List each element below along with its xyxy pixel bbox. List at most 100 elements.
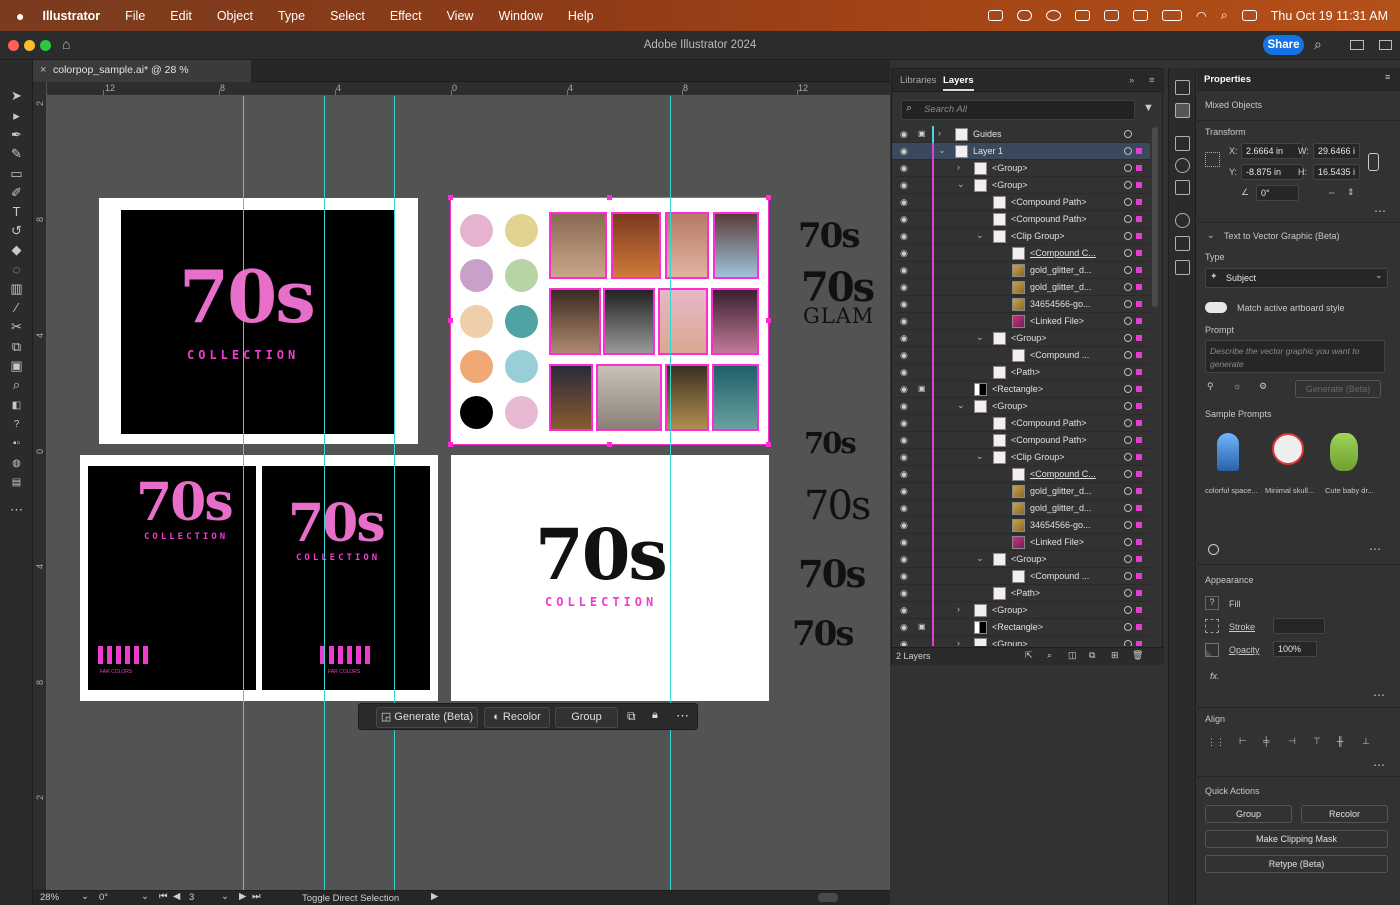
resize-handle[interactable]	[766, 442, 771, 447]
recolor-button[interactable]: ◐ Recolor	[484, 707, 550, 728]
visibility-eye-icon[interactable]: ◉	[900, 367, 908, 378]
layer-row[interactable]: ◉ <Compound ...	[892, 347, 1150, 364]
align-left-icon[interactable]: ⊢	[1239, 736, 1247, 747]
artboard-1[interactable]: 70s COLLECTION	[99, 198, 418, 444]
cloud-icon[interactable]	[1016, 10, 1032, 21]
zoom-dropdown-icon[interactable]: ⌄	[81, 891, 89, 902]
target-icon[interactable]	[1124, 436, 1132, 444]
selection-indicator[interactable]	[1136, 369, 1142, 375]
glam-text[interactable]: GLAM	[803, 304, 874, 328]
properties-title[interactable]: Properties	[1204, 74, 1251, 85]
gradient-tool-icon[interactable]: ▥	[9, 281, 24, 296]
selection-indicator[interactable]	[1136, 386, 1142, 392]
search-icon[interactable]: ⌕	[1314, 36, 1322, 53]
layers-scrollbar[interactable]	[1152, 127, 1158, 307]
resize-handle[interactable]	[766, 195, 771, 200]
resize-handle[interactable]	[448, 195, 453, 200]
sample-prompt-3[interactable]: Cute baby dr...	[1325, 486, 1374, 495]
chevron-right-icon[interactable]: ›	[957, 638, 960, 646]
visibility-eye-icon[interactable]: ◉	[900, 469, 908, 480]
status-icon[interactable]	[987, 10, 1003, 21]
resize-handle[interactable]	[607, 195, 612, 200]
app-icon[interactable]	[1074, 10, 1090, 21]
draw-mode-icon[interactable]: ◍	[9, 456, 24, 471]
align-top-icon[interactable]: ⊤	[1313, 736, 1321, 747]
layer-row[interactable]: ◉ ⌄ <Clip Group>	[892, 228, 1150, 245]
chevron-down-icon[interactable]: ⌄	[976, 230, 984, 241]
settings-icon[interactable]: ⚙	[1259, 381, 1267, 392]
chevron-right-icon[interactable]: ›	[957, 604, 960, 614]
make-clipping-mask-button[interactable]: Make Clipping Mask	[1205, 830, 1388, 848]
artboard-dropdown-icon[interactable]: ⌄	[221, 891, 229, 902]
gradient-panel-icon[interactable]	[1175, 236, 1190, 251]
tab-libraries[interactable]: Libraries	[900, 75, 936, 86]
arrange-icon[interactable]: ⧉	[627, 709, 636, 724]
visibility-eye-icon[interactable]: ◉	[900, 605, 908, 616]
target-icon[interactable]	[1124, 317, 1132, 325]
visibility-eye-icon[interactable]: ◉	[900, 537, 908, 548]
menu-help[interactable]: Help	[543, 9, 594, 23]
layer-row[interactable]: ◉ 34654566-go...	[892, 517, 1150, 534]
layer-row[interactable]: ◉ <Linked File>	[892, 534, 1150, 551]
visibility-eye-icon[interactable]: ◉	[900, 520, 908, 531]
layer-row[interactable]: ◉ ⌄ Layer 1	[892, 143, 1150, 160]
clock[interactable]: Thu Oct 19 11:31 AM	[1271, 9, 1388, 23]
sample-dragon-thumb[interactable]	[1330, 433, 1358, 471]
target-icon[interactable]	[1124, 300, 1132, 308]
target-icon[interactable]	[1124, 504, 1132, 512]
layer-row[interactable]: ◉ <Linked File>	[892, 313, 1150, 330]
visibility-eye-icon[interactable]: ◉	[900, 588, 908, 599]
target-icon[interactable]	[1124, 334, 1132, 342]
document-tab[interactable]: × colorpop_sample.ai* @ 28 % (CMYK/Previ…	[33, 60, 251, 97]
layers-search-input[interactable]: Search All	[901, 100, 1135, 120]
eyedropper-tool-icon[interactable]: ⁄	[9, 300, 24, 315]
more-tools-icon[interactable]: ⋯	[9, 502, 24, 517]
t2v-heading[interactable]: Text to Vector Graphic (Beta)	[1224, 231, 1340, 241]
stroke-label[interactable]: Stroke	[1229, 622, 1255, 632]
selection-indicator[interactable]	[1136, 607, 1142, 613]
libraries-panel-icon[interactable]	[1175, 136, 1190, 151]
target-icon[interactable]	[1124, 640, 1132, 646]
generate-beta-button[interactable]: Generate (Beta)	[1295, 380, 1381, 398]
layer-row[interactable]: ◉ › <Group>	[892, 636, 1150, 646]
menu-edit[interactable]: Edit	[145, 9, 192, 23]
target-icon[interactable]	[1124, 283, 1132, 291]
selection-indicator[interactable]	[1136, 522, 1142, 528]
lock-icon[interactable]: ▣	[918, 384, 926, 393]
resize-handle[interactable]	[766, 318, 771, 323]
horizontal-ruler[interactable]: 12 8 4 0 4 8 12	[47, 82, 890, 96]
layer-row[interactable]: ◉ › <Group>	[892, 160, 1150, 177]
menu-select[interactable]: Select	[305, 9, 365, 23]
visibility-eye-icon[interactable]: ◉	[900, 129, 908, 140]
lock-icon[interactable]: ▣	[918, 622, 926, 631]
visibility-eye-icon[interactable]: ◉	[900, 418, 908, 429]
target-icon[interactable]	[1124, 623, 1132, 631]
artboard-canvas[interactable]: 70s COLLECTION 70s COLLECTION FAR COLORS…	[47, 96, 890, 890]
fill-stroke-icon[interactable]: ◧	[9, 398, 24, 413]
menu-app-name[interactable]: Illustrator	[24, 9, 100, 23]
visibility-eye-icon[interactable]: ◉	[900, 214, 908, 225]
selection-indicator[interactable]	[1136, 216, 1142, 222]
collapse-panel-icon[interactable]: »	[1129, 75, 1134, 86]
color-panel-icon[interactable]	[1175, 213, 1190, 228]
selection-indicator[interactable]	[1136, 471, 1142, 477]
visibility-eye-icon[interactable]: ◉	[900, 554, 908, 565]
brushes-panel-icon[interactable]	[1175, 158, 1190, 173]
stroke-weight-field[interactable]	[1273, 618, 1325, 634]
menu-view[interactable]: View	[422, 9, 474, 23]
visibility-eye-icon[interactable]: ◉	[900, 401, 908, 412]
target-icon[interactable]	[1124, 555, 1132, 563]
width-field[interactable]: 29.6466 i	[1313, 143, 1360, 159]
flip-vertical-icon[interactable]: ⇕	[1347, 187, 1355, 198]
lasso-tool-icon[interactable]: ◌	[9, 262, 24, 277]
target-icon[interactable]	[1124, 249, 1132, 257]
hand-tool-icon[interactable]: ▣	[9, 358, 24, 373]
target-icon[interactable]	[1124, 164, 1132, 172]
rotate-field[interactable]: 0°	[99, 892, 108, 903]
wifi-icon[interactable]: ◠	[1196, 8, 1207, 23]
visibility-eye-icon[interactable]: ◉	[900, 146, 908, 157]
control-center-icon[interactable]	[1241, 10, 1257, 21]
layer-row[interactable]: ◉ › <Group>	[892, 602, 1150, 619]
next-artboard-icon[interactable]: ▶	[239, 891, 246, 902]
apple-icon[interactable]: ●	[0, 8, 24, 24]
